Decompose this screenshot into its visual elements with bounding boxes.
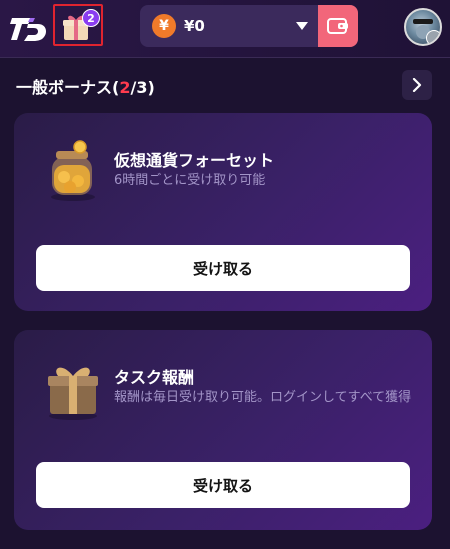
- chevron-down-icon[interactable]: [296, 22, 308, 30]
- bonus-card-faucet: 仮想通貨フォーセット 6時間ごとに受け取り可能 受け取る: [14, 113, 432, 311]
- wallet-icon: [327, 18, 348, 34]
- chevron-right-icon: [412, 78, 422, 92]
- coin-jar-icon: [51, 140, 95, 201]
- card-subtitle: 6時間ごとに受け取り可能: [114, 173, 266, 188]
- section-title: 一般ボーナス(2/3): [16, 74, 155, 98]
- balance-amount: ¥0: [184, 17, 205, 35]
- card-title: 仮想通貨フォーセット: [114, 151, 275, 170]
- top-bar: 2 ¥ ¥0: [0, 0, 450, 58]
- count-current: 2: [119, 78, 131, 97]
- app-logo[interactable]: [8, 8, 48, 48]
- next-button[interactable]: [402, 70, 432, 100]
- gift-button[interactable]: 2: [53, 4, 103, 46]
- bonus-card-task: タスク報酬 報酬は毎日受け取り可能。ログインしてすべて獲得 受け取る: [14, 330, 432, 530]
- notification-badge: 2: [82, 9, 100, 27]
- card-title: タスク報酬: [114, 368, 195, 387]
- count-total: /3: [130, 78, 148, 97]
- claim-button[interactable]: 受け取る: [36, 245, 410, 291]
- gift-box-icon: [48, 367, 98, 420]
- section-title-label: 一般ボーナス: [16, 78, 113, 97]
- wallet-button[interactable]: [318, 5, 358, 47]
- vip-level-icon: [426, 30, 440, 44]
- avatar[interactable]: [404, 8, 442, 46]
- wallet-selector[interactable]: ¥ ¥0: [140, 5, 358, 47]
- count-close-paren: ): [147, 78, 155, 97]
- card-subtitle: 報酬は毎日受け取り可能。ログインしてすべて獲得: [114, 390, 412, 405]
- claim-button[interactable]: 受け取る: [36, 462, 410, 508]
- yen-currency-icon: ¥: [152, 14, 176, 38]
